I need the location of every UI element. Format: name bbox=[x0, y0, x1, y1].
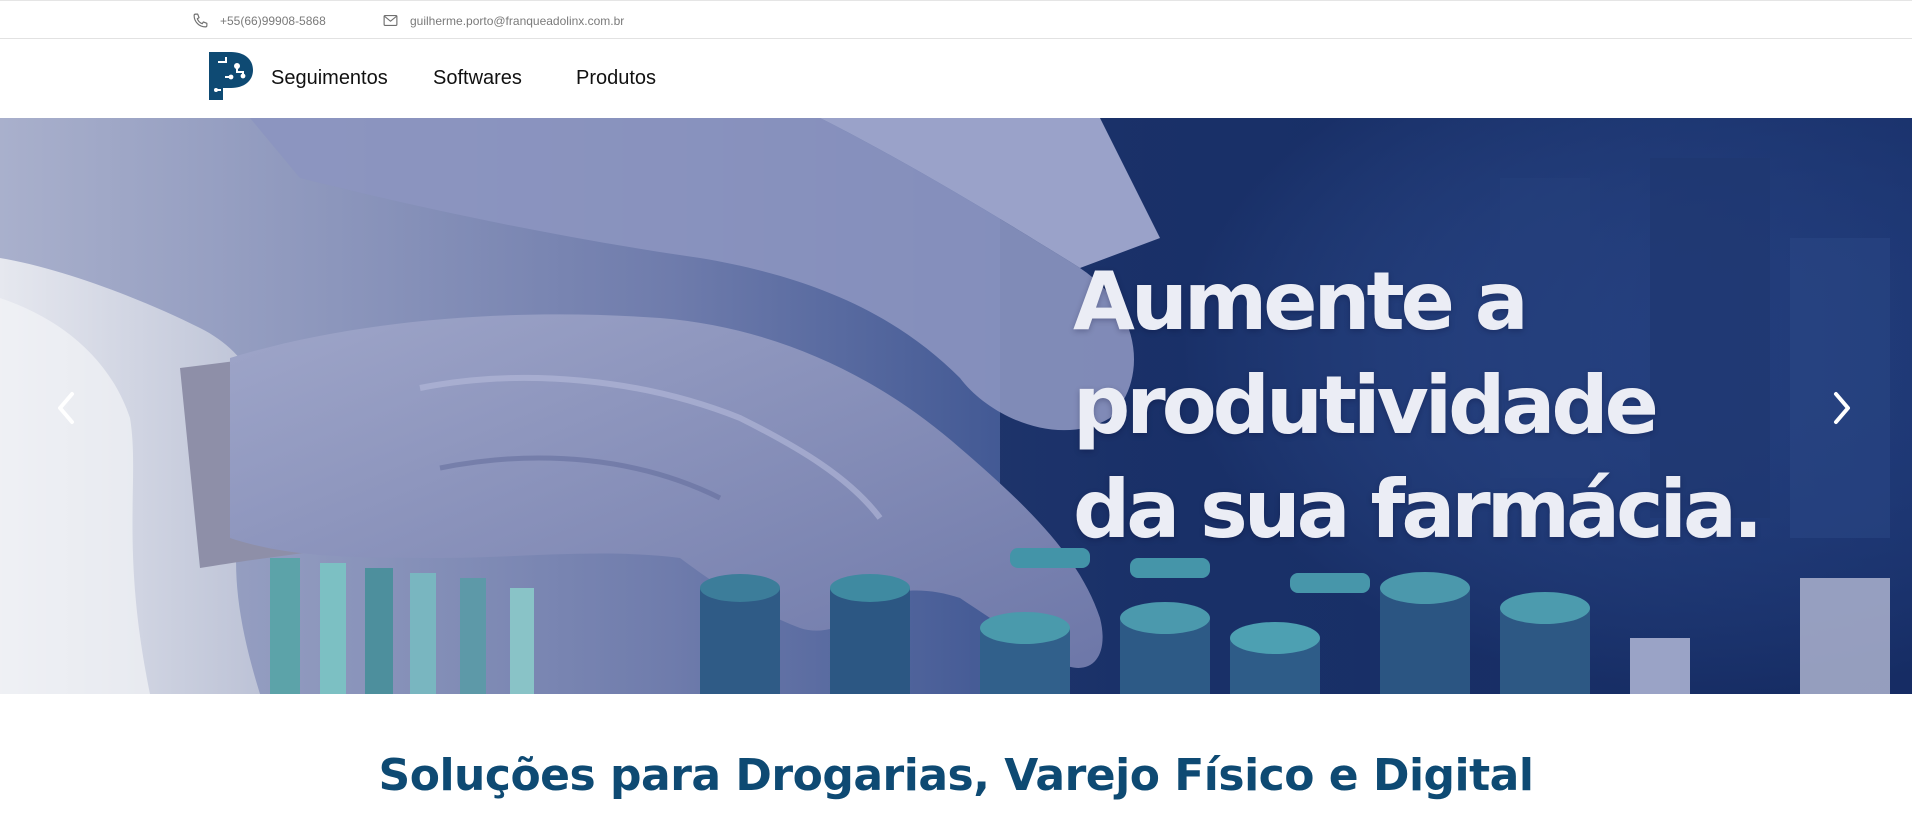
nav-item-seguimentos[interactable]: Seguimentos bbox=[271, 67, 388, 90]
top-contact-bar: +55(66)99908-5868 guilherme.porto@franqu… bbox=[0, 0, 1912, 39]
phone-number: +55(66)99908-5868 bbox=[220, 13, 326, 28]
chevron-right-icon bbox=[1834, 392, 1850, 424]
email-contact[interactable]: guilherme.porto@franqueadolinx.com.br bbox=[382, 12, 624, 29]
phone-contact[interactable]: +55(66)99908-5868 bbox=[192, 12, 326, 29]
p-logo-icon[interactable] bbox=[207, 50, 255, 102]
hero-headline: Aumente a produtividade da sua farmácia. bbox=[1073, 250, 1763, 562]
carousel-prev-button[interactable] bbox=[48, 380, 84, 436]
chevron-left-icon bbox=[58, 392, 74, 424]
carousel-next-button[interactable] bbox=[1824, 380, 1860, 436]
hero-headline-line-2: produtividade bbox=[1073, 359, 1659, 452]
hero-carousel: Aumente a produtividade da sua farmácia. bbox=[0, 118, 1912, 694]
main-navbar: Seguimentos Softwares Produtos bbox=[0, 39, 1912, 118]
nav-item-softwares[interactable]: Softwares bbox=[433, 67, 522, 90]
section-title: Soluções para Drogarias, Varejo Físico e… bbox=[378, 750, 1534, 801]
hero-headline-line-1: Aumente a bbox=[1073, 255, 1529, 348]
hero-headline-line-3: da sua farmácia. bbox=[1073, 463, 1763, 556]
email-address: guilherme.porto@franqueadolinx.com.br bbox=[410, 13, 625, 28]
mail-icon bbox=[382, 12, 399, 29]
nav-item-produtos[interactable]: Produtos bbox=[576, 67, 656, 90]
phone-icon bbox=[192, 12, 209, 29]
